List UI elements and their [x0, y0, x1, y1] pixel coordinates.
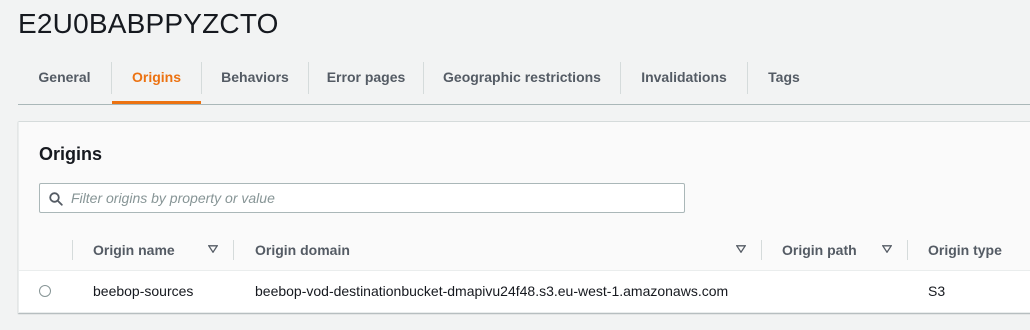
column-divider: [761, 240, 762, 260]
origins-panel: Origins Origin name Origin domain Origin…: [18, 121, 1030, 313]
origin-name-cell: beebop-sources: [93, 283, 194, 299]
origin-type-cell: S3: [928, 283, 946, 299]
column-header-origin-domain[interactable]: Origin domain: [255, 230, 350, 270]
table-row[interactable]: beebop-sources beebop-vod-destinationbuc…: [19, 271, 1030, 311]
column-divider: [233, 240, 234, 260]
origin-domain-cell: beebop-vod-destinationbucket-dmapivu24f4…: [255, 283, 729, 299]
page-title: E2U0BABPPYZCTO: [18, 8, 279, 39]
caret-down-icon[interactable]: [736, 245, 746, 253]
tab-bar: General Origins Behaviors Error pages Ge…: [18, 52, 1030, 105]
tab-geographic-restrictions[interactable]: Geographic restrictions: [424, 52, 620, 104]
column-header-origin-path[interactable]: Origin path: [782, 230, 857, 270]
column-divider: [907, 240, 908, 260]
tab-tags[interactable]: Tags: [748, 52, 820, 104]
origins-panel-title: Origins: [39, 144, 103, 164]
column-header-origin-type[interactable]: Origin type: [928, 230, 1002, 270]
filter-box: [39, 183, 685, 213]
tab-origins[interactable]: Origins: [112, 52, 201, 104]
caret-down-icon[interactable]: [208, 245, 218, 253]
column-divider: [72, 240, 73, 260]
caret-down-icon[interactable]: [882, 245, 892, 253]
tab-general[interactable]: General: [18, 52, 111, 104]
origins-panel-header: Origins: [19, 122, 1030, 231]
table-header: Origin name Origin domain Origin path Or…: [19, 230, 1030, 271]
column-header-origin-name[interactable]: Origin name: [93, 230, 175, 270]
tab-behaviors[interactable]: Behaviors: [202, 52, 308, 104]
tab-error-pages[interactable]: Error pages: [309, 52, 423, 104]
tab-invalidations[interactable]: Invalidations: [621, 52, 747, 104]
radio-icon[interactable]: [39, 285, 51, 297]
search-icon: [49, 192, 63, 206]
filter-origins-input[interactable]: [71, 184, 671, 212]
